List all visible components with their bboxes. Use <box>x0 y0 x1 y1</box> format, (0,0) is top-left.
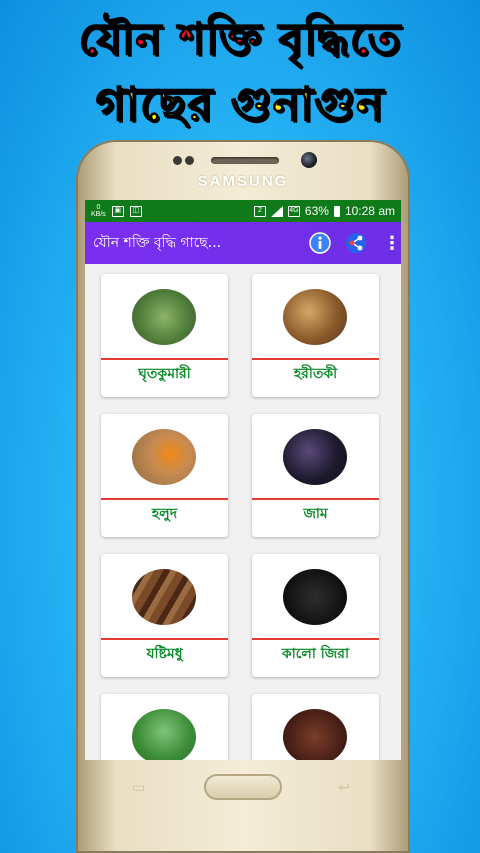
info-icon <box>309 232 331 254</box>
share-button[interactable] <box>343 230 369 256</box>
plant-card-kalojira[interactable]: কালো জিরা <box>252 554 379 677</box>
share-icon <box>346 233 366 253</box>
plant-label: হলুদ <box>151 506 178 522</box>
phone-brand-label: SAMSUNG <box>197 173 289 190</box>
plant-image <box>283 709 347 760</box>
app-toolbar: যৌন শক্তি বৃদ্ধি গাছে... ⋮ <box>85 222 401 264</box>
app-screen: 0 KB/s ▣ ◫ 2 4G 63% 10:28 am যৌন শক্তি বৃ… <box>85 200 401 760</box>
card-divider <box>101 638 228 640</box>
card-divider <box>101 498 228 500</box>
card-divider <box>252 638 379 640</box>
plant-label: যষ্টিমধু <box>146 646 183 662</box>
app-notification-icon: ◫ <box>129 205 142 217</box>
app-title: যৌন শক্তি বৃদ্ধি গাছে... <box>93 235 222 251</box>
plant-image <box>283 289 347 345</box>
network-speed: 0 KB/s <box>91 204 106 218</box>
plant-image <box>132 289 196 345</box>
phone-speaker <box>211 157 279 164</box>
clock: 10:28 am <box>344 204 395 218</box>
plant-image <box>132 429 196 485</box>
plant-card-haritaki[interactable]: হরীতকী <box>252 274 379 397</box>
plant-card-jam[interactable]: জাম <box>252 414 379 537</box>
signal-icon <box>270 205 283 217</box>
plant-card-leaf[interactable] <box>101 694 228 760</box>
plant-image <box>132 569 196 625</box>
info-button[interactable] <box>307 230 333 256</box>
plant-card-clove[interactable] <box>252 694 379 760</box>
promo-headline-line2: গাছের গুনাগুন <box>95 77 385 132</box>
phone-frame: SAMSUNG 0 KB/s ▣ ◫ 2 4G 63% 10:28 am যৌন … <box>76 140 410 853</box>
plant-label: ঘৃতকুমারী <box>138 366 191 382</box>
plant-label: জাম <box>303 506 328 522</box>
back-key-icon[interactable]: ↩ <box>338 780 350 796</box>
hardware-nav: ▭ ↩ <box>76 760 410 853</box>
image-notification-icon: ▣ <box>111 205 124 217</box>
status-bar: 0 KB/s ▣ ◫ 2 4G 63% 10:28 am <box>85 200 401 222</box>
card-divider <box>252 498 379 500</box>
card-divider <box>252 358 379 360</box>
sensor-dot <box>185 156 194 165</box>
plant-card-aloe[interactable]: ঘৃতকুমারী <box>101 274 228 397</box>
plant-label: কালো জিরা <box>281 646 350 662</box>
plant-card-mulethi[interactable]: যষ্টিমধু <box>101 554 228 677</box>
more-vert-icon[interactable]: ⋮ <box>383 233 401 254</box>
front-camera <box>301 152 317 168</box>
card-divider <box>101 358 228 360</box>
promo-headline-line1: যৌন শক্তি বৃদ্ধিতে <box>78 14 402 66</box>
home-button[interactable] <box>204 774 282 800</box>
sim-icon: 2 <box>253 205 266 217</box>
plant-card-turmeric[interactable]: হলুদ <box>101 414 228 537</box>
lte-icon: 4G <box>287 205 300 217</box>
plant-grid: ঘৃতকুমারী হরীতকী হলুদ জাম যষ্টিমধু কালো … <box>101 274 391 760</box>
recent-apps-key-icon[interactable]: ▭ <box>132 780 145 796</box>
plant-image <box>283 569 347 625</box>
plant-image <box>283 429 347 485</box>
plant-image <box>132 709 196 760</box>
plant-label: হরীতকী <box>293 366 338 382</box>
sensor-dot <box>173 156 182 165</box>
battery-percent: 63% <box>304 204 329 218</box>
battery-icon <box>333 205 340 217</box>
